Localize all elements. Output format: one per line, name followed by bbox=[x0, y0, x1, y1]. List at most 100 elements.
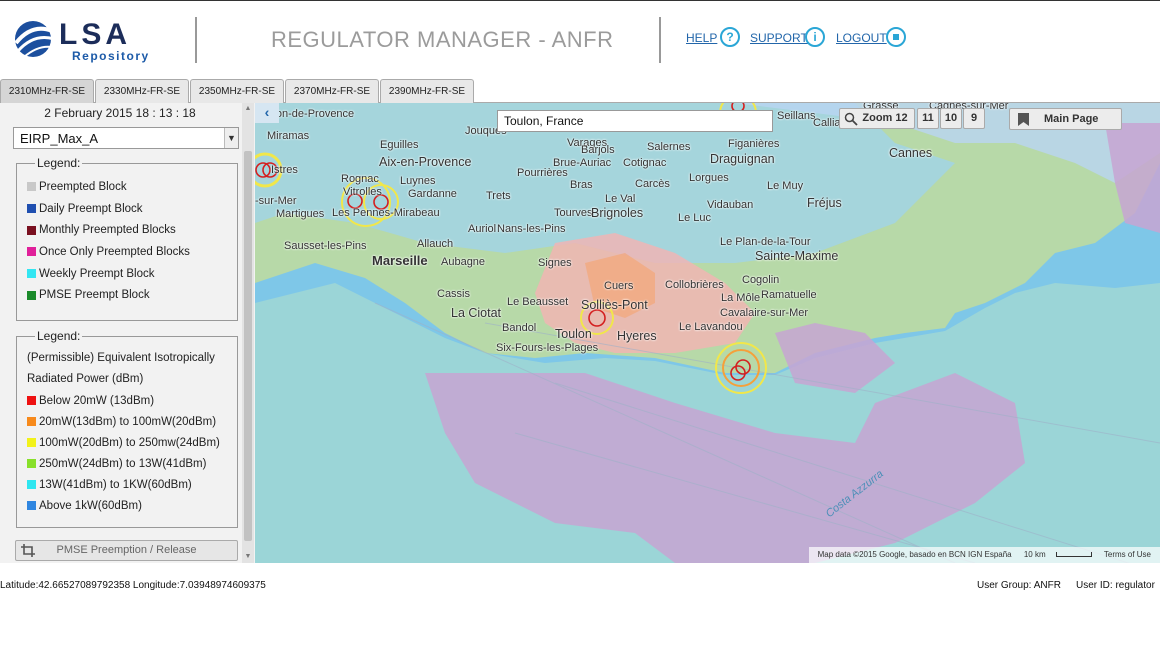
crop-icon bbox=[21, 544, 35, 557]
preemption-legend: Legend: Preempted Block Daily Preempt Bl… bbox=[16, 156, 238, 321]
zoom-level-button[interactable]: Zoom 12 bbox=[839, 108, 915, 129]
place-label: Eguilles bbox=[380, 139, 419, 151]
place-label: Pourrières bbox=[517, 167, 568, 179]
main-page-label: Main Page bbox=[1044, 113, 1099, 125]
legend-label: 250mW(24dBm) to 13W(41dBm) bbox=[39, 457, 207, 470]
legend-swatch bbox=[27, 501, 36, 510]
place-label: Le Lavandou bbox=[679, 321, 743, 333]
pmse-button-label: PMSE Preemption / Release bbox=[56, 544, 197, 556]
help-icon[interactable]: ? bbox=[720, 27, 740, 47]
place-label: Solliès-Pont bbox=[581, 298, 648, 312]
user-id: User ID: regulator bbox=[1076, 580, 1155, 591]
terms-link[interactable]: Terms of Use bbox=[1104, 550, 1151, 559]
frequency-tabs: 2310MHz-FR-SE 2330MHz-FR-SE 2350MHz-FR-S… bbox=[0, 79, 1160, 103]
legend-item: Monthly Preempted Blocks bbox=[27, 219, 227, 241]
tab-2350[interactable]: 2350MHz-FR-SE bbox=[190, 79, 284, 103]
scrollbar-thumb[interactable] bbox=[244, 151, 252, 541]
logout-link[interactable]: LOGOUT bbox=[836, 31, 887, 45]
place-label: Vitrolles bbox=[343, 186, 382, 198]
legend-title: Legend: bbox=[37, 329, 81, 343]
legend-swatch bbox=[27, 290, 36, 300]
place-label: Cavalaire-sur-Mer bbox=[720, 307, 809, 319]
legend-description: (Permissible) Equivalent Isotropically bbox=[27, 352, 215, 364]
scroll-down-icon[interactable]: ▼ bbox=[242, 551, 254, 563]
legend-label: Monthly Preempted Blocks bbox=[39, 224, 176, 237]
legend-item: Daily Preempt Block bbox=[27, 198, 227, 220]
legend-item: 100mW(20dBm) to 250mw(24dBm) bbox=[27, 432, 227, 453]
zoom-9-button[interactable]: 9 bbox=[963, 108, 985, 129]
legend-swatch bbox=[27, 225, 36, 235]
support-link[interactable]: SUPPORT bbox=[750, 31, 808, 45]
legend-label: Below 20mW (13dBm) bbox=[39, 394, 155, 407]
app-title: REGULATOR MANAGER - ANFR bbox=[271, 27, 614, 52]
place-label: Bras bbox=[570, 179, 593, 191]
tab-2370[interactable]: 2370MHz-FR-SE bbox=[285, 79, 379, 103]
scale-bar bbox=[1055, 552, 1092, 558]
place-label: Cogolin bbox=[742, 274, 780, 286]
place-label: Les Pennes-Mirabeau bbox=[332, 207, 440, 219]
legend-label: Preempted Block bbox=[39, 180, 127, 193]
collapse-sidebar-icon[interactable]: ‹ bbox=[255, 103, 279, 123]
map-attribution: Map data ©2015 Google, basado en BCN IGN… bbox=[808, 547, 1160, 563]
place-label: Lorgues bbox=[689, 172, 729, 184]
info-icon[interactable]: i bbox=[805, 27, 825, 47]
bookmark-icon bbox=[1018, 113, 1029, 126]
place-label: Draguignan bbox=[710, 152, 775, 166]
place-label: Martigues bbox=[276, 208, 325, 220]
place-label: -sur-Mer bbox=[255, 195, 297, 207]
legend-swatch bbox=[27, 396, 36, 405]
place-label: Le Plan-de-la-Tour bbox=[720, 236, 811, 248]
tab-2390[interactable]: 2390MHz-FR-SE bbox=[380, 79, 474, 103]
legend-label: Daily Preempt Block bbox=[39, 202, 143, 215]
tab-2310[interactable]: 2310MHz-FR-SE bbox=[0, 79, 94, 103]
location-search-input[interactable]: Toulon, France bbox=[497, 110, 773, 132]
layer-select[interactable]: EIRP_Max_A ▼ bbox=[13, 127, 239, 149]
eirp-legend: Legend: (Permissible) Equivalent Isotrop… bbox=[16, 329, 238, 528]
legend-swatch bbox=[27, 247, 36, 257]
pmse-preemption-button[interactable]: PMSE Preemption / Release bbox=[15, 540, 238, 561]
scroll-up-icon[interactable]: ▲ bbox=[242, 103, 254, 115]
legend-item: 20mW(13dBm) to 100mW(20dBm) bbox=[27, 411, 227, 432]
chevron-down-icon[interactable]: ▼ bbox=[224, 128, 238, 148]
place-label: Istres bbox=[271, 164, 298, 176]
place-label: Vidauban bbox=[707, 199, 754, 211]
scale-label: 10 km bbox=[1023, 550, 1046, 559]
logo-text: LSA bbox=[59, 18, 131, 51]
place-label: Six-Fours-les-Plages bbox=[496, 342, 599, 354]
legend-item: Weekly Preempt Block bbox=[27, 263, 227, 285]
place-label: La Ciotat bbox=[451, 306, 502, 320]
place-label: Seillans bbox=[777, 110, 816, 122]
help-link[interactable]: HELP bbox=[686, 31, 717, 45]
zoom-11-button[interactable]: 11 bbox=[917, 108, 939, 129]
layer-select-value: EIRP_Max_A bbox=[20, 131, 99, 146]
place-label: Salernes bbox=[647, 141, 691, 153]
place-label: Auriol bbox=[468, 223, 497, 235]
place-label: Le Beausset bbox=[507, 296, 569, 308]
legend-swatch bbox=[27, 480, 36, 489]
place-label: Nans-les-Pins bbox=[497, 223, 566, 235]
place-label: Fréjus bbox=[807, 196, 842, 210]
zoom-10-button[interactable]: 10 bbox=[940, 108, 962, 129]
legend-swatch bbox=[27, 182, 36, 192]
legend-swatch bbox=[27, 459, 36, 468]
place-label: Barjols bbox=[581, 144, 615, 156]
globe-logo-icon bbox=[14, 21, 55, 58]
legend-swatch bbox=[27, 269, 36, 279]
place-label: Cannes bbox=[889, 146, 933, 160]
place-label: Cotignac bbox=[623, 157, 667, 169]
place-label: Hyeres bbox=[617, 329, 657, 343]
place-label: Allauch bbox=[417, 238, 454, 250]
legend-label: Above 1kW(60dBm) bbox=[39, 499, 142, 512]
place-label: Le Val bbox=[605, 193, 636, 205]
header-divider bbox=[659, 17, 661, 63]
legend-swatch bbox=[27, 204, 36, 214]
tab-2330[interactable]: 2330MHz-FR-SE bbox=[95, 79, 189, 103]
place-label: Tourves bbox=[554, 207, 593, 219]
coverage-map[interactable]: Salon-de-Provence Jouques Seillans Grass… bbox=[255, 103, 1160, 563]
sidebar-scrollbar[interactable]: ▲ ▼ bbox=[242, 103, 254, 563]
place-label: Bandol bbox=[502, 322, 537, 334]
coordinates-readout: Latitude:42.66527089792358 Longitude:7.0… bbox=[0, 580, 266, 591]
main-page-button[interactable]: Main Page bbox=[1009, 108, 1122, 130]
logout-icon[interactable] bbox=[886, 27, 906, 47]
legend-item: PMSE Preempt Block bbox=[27, 284, 227, 306]
